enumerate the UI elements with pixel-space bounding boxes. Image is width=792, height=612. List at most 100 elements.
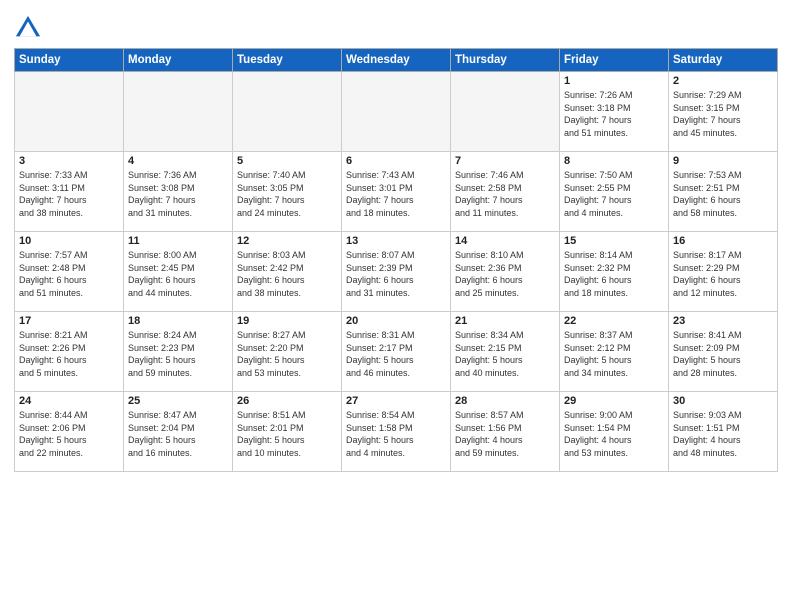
calendar-cell: 5 Sunrise: 7:40 AM Sunset: 3:05 PM Daylig… [233, 152, 342, 232]
day-number: 15 [564, 235, 664, 247]
calendar-cell [451, 72, 560, 152]
day-number: 12 [237, 235, 337, 247]
day-number: 7 [455, 155, 555, 167]
day-number: 26 [237, 395, 337, 407]
calendar-cell: 1 Sunrise: 7:26 AM Sunset: 3:18 PM Daylig… [560, 72, 669, 152]
calendar-cell [342, 72, 451, 152]
calendar-cell: 10 Sunrise: 7:57 AM Sunset: 2:48 PM Dayli… [15, 232, 124, 312]
day-number: 5 [237, 155, 337, 167]
day-info: Sunrise: 8:37 AM Sunset: 2:12 PM Dayligh… [564, 329, 664, 379]
day-info: Sunrise: 7:57 AM Sunset: 2:48 PM Dayligh… [19, 249, 119, 299]
day-number: 24 [19, 395, 119, 407]
day-info: Sunrise: 8:57 AM Sunset: 1:56 PM Dayligh… [455, 409, 555, 459]
day-info: Sunrise: 8:03 AM Sunset: 2:42 PM Dayligh… [237, 249, 337, 299]
calendar-cell: 25 Sunrise: 8:47 AM Sunset: 2:04 PM Dayli… [124, 392, 233, 472]
calendar-table: SundayMondayTuesdayWednesdayThursdayFrid… [14, 48, 778, 472]
page: SundayMondayTuesdayWednesdayThursdayFrid… [0, 0, 792, 612]
weekday-header-tuesday: Tuesday [233, 49, 342, 72]
day-number: 28 [455, 395, 555, 407]
day-number: 10 [19, 235, 119, 247]
day-number: 19 [237, 315, 337, 327]
day-number: 1 [564, 75, 664, 87]
calendar-cell: 30 Sunrise: 9:03 AM Sunset: 1:51 PM Dayli… [669, 392, 778, 472]
header [14, 10, 778, 42]
day-number: 16 [673, 235, 773, 247]
day-info: Sunrise: 8:54 AM Sunset: 1:58 PM Dayligh… [346, 409, 446, 459]
calendar-cell: 16 Sunrise: 8:17 AM Sunset: 2:29 PM Dayli… [669, 232, 778, 312]
calendar-cell: 13 Sunrise: 8:07 AM Sunset: 2:39 PM Dayli… [342, 232, 451, 312]
day-number: 21 [455, 315, 555, 327]
day-info: Sunrise: 8:10 AM Sunset: 2:36 PM Dayligh… [455, 249, 555, 299]
calendar-cell: 21 Sunrise: 8:34 AM Sunset: 2:15 PM Dayli… [451, 312, 560, 392]
day-info: Sunrise: 8:17 AM Sunset: 2:29 PM Dayligh… [673, 249, 773, 299]
week-row-3: 17 Sunrise: 8:21 AM Sunset: 2:26 PM Dayli… [15, 312, 778, 392]
day-number: 3 [19, 155, 119, 167]
day-info: Sunrise: 7:33 AM Sunset: 3:11 PM Dayligh… [19, 169, 119, 219]
day-number: 18 [128, 315, 228, 327]
day-number: 25 [128, 395, 228, 407]
calendar-cell [124, 72, 233, 152]
weekday-header-monday: Monday [124, 49, 233, 72]
calendar-cell: 29 Sunrise: 9:00 AM Sunset: 1:54 PM Dayli… [560, 392, 669, 472]
calendar-cell: 26Sunrise: 8:51 AM Sunset: 2:01 PM Dayli… [233, 392, 342, 472]
day-info: Sunrise: 9:00 AM Sunset: 1:54 PM Dayligh… [564, 409, 664, 459]
calendar-cell: 7 Sunrise: 7:46 AM Sunset: 2:58 PM Daylig… [451, 152, 560, 232]
day-info: Sunrise: 7:29 AM Sunset: 3:15 PM Dayligh… [673, 89, 773, 139]
day-number: 17 [19, 315, 119, 327]
day-info: Sunrise: 8:14 AM Sunset: 2:32 PM Dayligh… [564, 249, 664, 299]
day-number: 22 [564, 315, 664, 327]
calendar-cell: 19Sunrise: 8:27 AM Sunset: 2:20 PM Dayli… [233, 312, 342, 392]
calendar-cell: 8Sunrise: 7:50 AM Sunset: 2:55 PM Daylig… [560, 152, 669, 232]
calendar-cell: 20 Sunrise: 8:31 AM Sunset: 2:17 PM Dayli… [342, 312, 451, 392]
day-info: Sunrise: 7:43 AM Sunset: 3:01 PM Dayligh… [346, 169, 446, 219]
day-number: 13 [346, 235, 446, 247]
week-row-2: 10 Sunrise: 7:57 AM Sunset: 2:48 PM Dayli… [15, 232, 778, 312]
calendar-cell: 22 Sunrise: 8:37 AM Sunset: 2:12 PM Dayli… [560, 312, 669, 392]
calendar-cell: 18Sunrise: 8:24 AM Sunset: 2:23 PM Dayli… [124, 312, 233, 392]
day-number: 23 [673, 315, 773, 327]
day-info: Sunrise: 7:46 AM Sunset: 2:58 PM Dayligh… [455, 169, 555, 219]
day-info: Sunrise: 7:53 AM Sunset: 2:51 PM Dayligh… [673, 169, 773, 219]
day-number: 30 [673, 395, 773, 407]
calendar-cell: 12 Sunrise: 8:03 AM Sunset: 2:42 PM Dayli… [233, 232, 342, 312]
calendar-cell: 28 Sunrise: 8:57 AM Sunset: 1:56 PM Dayli… [451, 392, 560, 472]
day-info: Sunrise: 8:21 AM Sunset: 2:26 PM Dayligh… [19, 329, 119, 379]
day-info: Sunrise: 8:47 AM Sunset: 2:04 PM Dayligh… [128, 409, 228, 459]
weekday-header-thursday: Thursday [451, 49, 560, 72]
day-info: Sunrise: 8:44 AM Sunset: 2:06 PM Dayligh… [19, 409, 119, 459]
day-number: 29 [564, 395, 664, 407]
calendar-cell: 4Sunrise: 7:36 AM Sunset: 3:08 PM Daylig… [124, 152, 233, 232]
calendar-cell: 6 Sunrise: 7:43 AM Sunset: 3:01 PM Daylig… [342, 152, 451, 232]
week-row-4: 24 Sunrise: 8:44 AM Sunset: 2:06 PM Dayli… [15, 392, 778, 472]
day-number: 4 [128, 155, 228, 167]
day-info: Sunrise: 7:40 AM Sunset: 3:05 PM Dayligh… [237, 169, 337, 219]
day-info: Sunrise: 8:34 AM Sunset: 2:15 PM Dayligh… [455, 329, 555, 379]
logo-area [14, 14, 44, 42]
day-number: 9 [673, 155, 773, 167]
day-number: 27 [346, 395, 446, 407]
calendar-cell: 14 Sunrise: 8:10 AM Sunset: 2:36 PM Dayli… [451, 232, 560, 312]
weekday-header-wednesday: Wednesday [342, 49, 451, 72]
day-info: Sunrise: 8:31 AM Sunset: 2:17 PM Dayligh… [346, 329, 446, 379]
weekday-header-saturday: Saturday [669, 49, 778, 72]
logo-icon [14, 14, 42, 42]
day-number: 11 [128, 235, 228, 247]
calendar-cell: 2Sunrise: 7:29 AM Sunset: 3:15 PM Daylig… [669, 72, 778, 152]
calendar-cell: 17 Sunrise: 8:21 AM Sunset: 2:26 PM Dayli… [15, 312, 124, 392]
calendar-cell: 23 Sunrise: 8:41 AM Sunset: 2:09 PM Dayli… [669, 312, 778, 392]
weekday-header-row: SundayMondayTuesdayWednesdayThursdayFrid… [15, 49, 778, 72]
day-info: Sunrise: 8:07 AM Sunset: 2:39 PM Dayligh… [346, 249, 446, 299]
day-info: Sunrise: 7:50 AM Sunset: 2:55 PM Dayligh… [564, 169, 664, 219]
week-row-1: 3 Sunrise: 7:33 AM Sunset: 3:11 PM Daylig… [15, 152, 778, 232]
day-info: Sunrise: 7:26 AM Sunset: 3:18 PM Dayligh… [564, 89, 664, 139]
day-info: Sunrise: 9:03 AM Sunset: 1:51 PM Dayligh… [673, 409, 773, 459]
day-number: 6 [346, 155, 446, 167]
calendar-cell: 24 Sunrise: 8:44 AM Sunset: 2:06 PM Dayli… [15, 392, 124, 472]
day-info: Sunrise: 8:41 AM Sunset: 2:09 PM Dayligh… [673, 329, 773, 379]
day-number: 20 [346, 315, 446, 327]
calendar-cell: 9 Sunrise: 7:53 AM Sunset: 2:51 PM Daylig… [669, 152, 778, 232]
calendar-cell: 27 Sunrise: 8:54 AM Sunset: 1:58 PM Dayli… [342, 392, 451, 472]
day-number: 14 [455, 235, 555, 247]
week-row-0: 1 Sunrise: 7:26 AM Sunset: 3:18 PM Daylig… [15, 72, 778, 152]
calendar-cell: 15 Sunrise: 8:14 AM Sunset: 2:32 PM Dayli… [560, 232, 669, 312]
